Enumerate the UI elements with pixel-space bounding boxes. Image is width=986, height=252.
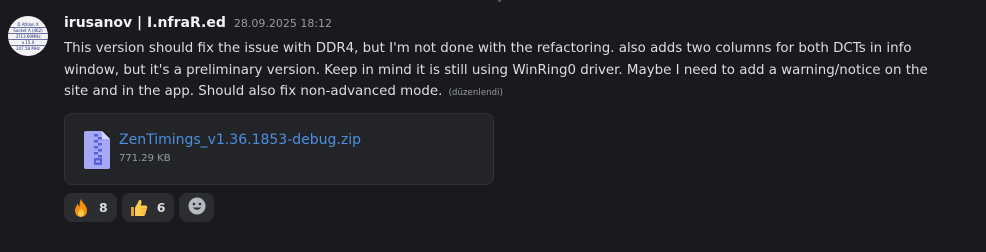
username[interactable]: irusanov | I.nfraR.ed (64, 15, 226, 31)
fire-emoji-icon (71, 198, 91, 218)
zip-file-icon (82, 130, 112, 170)
message-content: This version should fix the issue with D… (64, 38, 934, 105)
reaction-count: 8 (99, 200, 108, 215)
divider-dot (498, 0, 501, 2)
avatar[interactable]: D Athlon X Socket A (462) 3713.69MHz x 1… (8, 16, 48, 56)
reaction-fire[interactable]: 8 (64, 193, 117, 222)
thumbs-up-emoji-icon (129, 198, 149, 218)
smiley-icon (187, 196, 207, 220)
avatar-text: 247.58 MHz (8, 44, 48, 51)
reactions-bar: 8 6 (64, 193, 215, 223)
chat-message: D Athlon X Socket A (462) 3713.69MHz x 1… (0, 0, 986, 252)
reaction-thumbs-up[interactable]: 6 (121, 193, 175, 222)
add-reaction-button[interactable] (179, 193, 215, 222)
reaction-count: 6 (156, 200, 166, 215)
file-attachment: ZenTimings_v1.36.1853-debug.zip 771.29 K… (64, 113, 494, 185)
message-header: irusanov | I.nfraR.ed 28.09.2025 18:12 (64, 15, 332, 37)
timestamp[interactable]: 28.09.2025 18:12 (234, 17, 332, 30)
edited-label: (düzenlendi) (448, 88, 504, 98)
file-size: 771.29 KB (119, 153, 171, 164)
file-name-link[interactable]: ZenTimings_v1.36.1853-debug.zip (119, 132, 361, 148)
